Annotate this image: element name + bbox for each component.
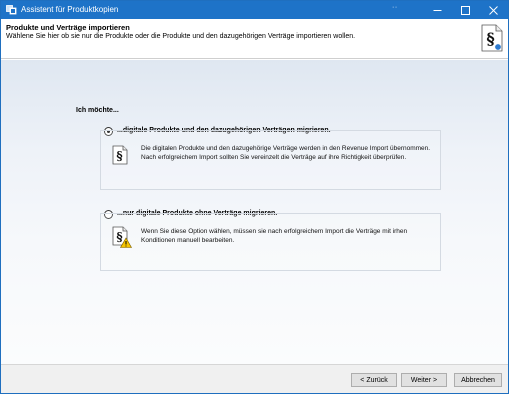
intro-label: Ich möchte... — [76, 107, 119, 114]
section-sign-warning-icon: § — [112, 226, 132, 248]
option-description: Die digitalen Produkte und den dazugehör… — [141, 145, 431, 161]
page-subtitle: Wählene Sie hier ob sie nur die Produkte… — [6, 33, 356, 40]
header-logo-glyph: § — [486, 29, 494, 48]
close-icon — [488, 5, 498, 15]
title-bar-dots: ·· — [392, 4, 398, 11]
cancel-button[interactable]: Abbrechen — [454, 373, 502, 387]
minimize-icon — [433, 9, 441, 11]
wizard-header: Produkte und Verträge importieren Wählen… — [1, 19, 508, 59]
option-box-without-contracts: § Wenn Sie diese Option wählen, müssen s… — [100, 213, 441, 271]
page-title: Produkte und Verträge importieren — [6, 23, 130, 32]
section-sign-document-icon: § — [112, 145, 128, 165]
close-button[interactable] — [479, 1, 507, 19]
wizard-footer: < Zurück Weiter > Abbrechen — [1, 364, 508, 393]
option-icon-glyph: § — [116, 149, 122, 163]
next-button[interactable]: Weiter > — [401, 373, 447, 387]
wizard-window: Assistent für Produktkopien ·· Produkte … — [0, 0, 509, 394]
option-description: Wenn Sie diese Option wählen, müssen sie… — [141, 228, 408, 244]
window-title: Assistent für Produktkopien — [21, 5, 119, 14]
section-sign-document-icon: § — [481, 24, 503, 52]
option-icon-glyph: § — [116, 230, 122, 244]
minimize-button[interactable] — [423, 1, 451, 19]
maximize-button[interactable] — [451, 1, 479, 19]
title-bar[interactable]: Assistent für Produktkopien ·· — [1, 1, 508, 19]
wizard-body: Ich möchte... ...digitale Produkte und d… — [1, 60, 508, 364]
copy-app-icon — [6, 5, 17, 15]
back-button[interactable]: < Zurück — [351, 373, 397, 387]
option-box-with-contracts: § Die digitalen Produkte und den dazugeh… — [100, 130, 441, 190]
maximize-icon — [460, 5, 470, 15]
